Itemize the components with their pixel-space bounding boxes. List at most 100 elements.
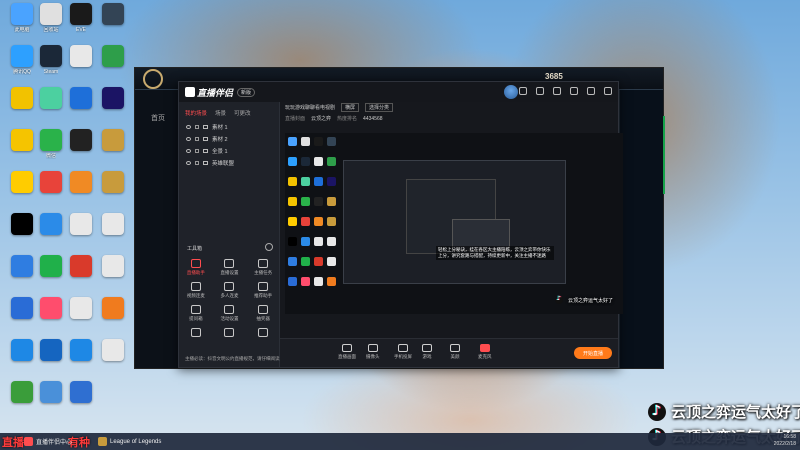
toolbox-item[interactable]: 主播任务 bbox=[246, 259, 280, 276]
desktop-icon[interactable] bbox=[34, 381, 68, 405]
desktop-icon[interactable] bbox=[64, 129, 98, 153]
desktop-icon-label: 回收站 bbox=[43, 27, 59, 33]
main-panel: 玩玩游戏聊聊看电视剧 横屏 选择分类 直播封面 云顶之弈 热度排名 443456… bbox=[280, 102, 623, 367]
desktop-icon[interactable] bbox=[96, 129, 130, 153]
lock-icon[interactable] bbox=[195, 161, 199, 165]
desktop-icon[interactable] bbox=[34, 297, 68, 321]
desktop-icon[interactable] bbox=[34, 255, 68, 279]
toolbar-item[interactable]: 直播画面 bbox=[338, 344, 356, 360]
tiktok-icon bbox=[555, 295, 563, 304]
stream-preview[interactable]: 轻松上分秘诀，挂在各区大主播陪练，云顶之弈带你快乐上分，讲究套路与搭配，持续更新… bbox=[285, 133, 623, 314]
taskbar-app-button[interactable]: League of Legends bbox=[94, 435, 165, 448]
toolbox-grid: 直播助手 直播设置 主播任务视频连麦 多人连麦 推荐助手提问箱 活动设置 抽奖器 bbox=[179, 259, 280, 339]
toolbox-item[interactable] bbox=[179, 328, 213, 339]
menu-icon[interactable] bbox=[553, 87, 561, 95]
scene-item[interactable]: 素材 1 bbox=[179, 121, 279, 133]
avatar[interactable] bbox=[504, 85, 518, 99]
clock-time: 16:58 bbox=[783, 434, 796, 440]
toolbox-item[interactable]: 提问箱 bbox=[179, 305, 213, 322]
toolbar-item[interactable]: 麦克风 bbox=[478, 344, 492, 360]
scene-item[interactable]: 英雄联盟 bbox=[179, 157, 279, 169]
desktop-icon[interactable] bbox=[34, 171, 68, 195]
desktop-icon[interactable] bbox=[96, 45, 130, 69]
sidebar-notice[interactable]: 主播必读：抖音文明公约直播规范，请仔细阅读 bbox=[185, 356, 280, 362]
lock-icon[interactable] bbox=[195, 149, 199, 153]
desktop-icon[interactable]: EVE bbox=[64, 3, 98, 33]
desktop-icon[interactable] bbox=[34, 339, 68, 363]
stream-title[interactable]: 玩玩游戏聊聊看电视剧 bbox=[285, 104, 335, 111]
desktop-icon[interactable] bbox=[64, 213, 98, 237]
desktop-icon[interactable] bbox=[96, 255, 130, 279]
toolbox-item[interactable]: 视频连麦 bbox=[179, 282, 213, 299]
version-badge[interactable]: 新版 bbox=[237, 87, 256, 97]
preview-desktop-icon bbox=[301, 157, 310, 166]
eye-icon[interactable] bbox=[186, 161, 191, 165]
category-chip[interactable]: 选择分类 bbox=[365, 103, 394, 112]
preview-desktop-icon bbox=[301, 277, 310, 286]
toolbox-settings-icon[interactable] bbox=[265, 243, 273, 251]
toolbox-item[interactable]: 抽奖器 bbox=[246, 305, 280, 322]
league-home-tab[interactable]: 首页 bbox=[151, 113, 165, 123]
desktop-icon[interactable] bbox=[64, 381, 98, 405]
system-clock[interactable]: 16:58 2022/2/18 bbox=[774, 434, 796, 448]
scene-item[interactable]: 素材 2 bbox=[179, 133, 279, 145]
desktop-icon[interactable]: 微信 bbox=[34, 129, 68, 159]
desktop-app-icon bbox=[40, 129, 62, 151]
go-live-button[interactable]: 开始直播 bbox=[574, 347, 612, 359]
toolbar-item-label: 游戏 bbox=[422, 354, 432, 359]
eye-icon[interactable] bbox=[186, 149, 191, 153]
desktop-icon[interactable] bbox=[64, 339, 98, 363]
maximize-icon[interactable] bbox=[587, 87, 595, 95]
desktop-icon-label: EVE bbox=[75, 27, 86, 33]
toolbox-item[interactable]: 推荐助手 bbox=[246, 282, 280, 299]
preview-desktop-icon bbox=[327, 237, 336, 246]
scene-item[interactable]: 全景 1 bbox=[179, 145, 279, 157]
desktop-icon[interactable] bbox=[64, 45, 98, 69]
scene-tabs: 我的场景 场景 可更改 bbox=[179, 102, 279, 121]
toolbox-item[interactable] bbox=[246, 328, 280, 339]
desktop-icon[interactable] bbox=[96, 3, 130, 27]
desktop-icon[interactable] bbox=[34, 213, 68, 237]
orientation-chip[interactable]: 横屏 bbox=[341, 103, 360, 112]
desktop-icon[interactable]: Steam bbox=[34, 45, 68, 75]
toolbar-item[interactable]: 摄像头 bbox=[366, 344, 380, 360]
toolbox-item[interactable]: 直播设置 bbox=[213, 259, 247, 276]
taskbar-app-button[interactable]: 直播伴侣中心 bbox=[20, 435, 76, 448]
tab-my-scenes[interactable]: 我的场景 bbox=[185, 109, 207, 117]
settings-icon[interactable] bbox=[536, 87, 544, 95]
desktop-icon[interactable]: 回收站 bbox=[34, 3, 68, 33]
tool-icon bbox=[190, 259, 201, 268]
desktop-icon[interactable] bbox=[96, 87, 130, 111]
desktop-app-icon bbox=[40, 45, 62, 67]
desktop-icon[interactable] bbox=[64, 297, 98, 321]
toolbar-item[interactable]: 美颜 bbox=[450, 344, 460, 360]
minimize-icon[interactable] bbox=[570, 87, 578, 95]
close-icon[interactable] bbox=[604, 87, 612, 95]
toolbox-item[interactable]: 多人连麦 bbox=[213, 282, 247, 299]
desktop-icon[interactable] bbox=[64, 87, 98, 111]
toolbox-title: 工具箱 bbox=[187, 246, 203, 252]
desktop-icon[interactable] bbox=[64, 171, 98, 195]
toolbar-item[interactable]: 游戏 bbox=[422, 344, 432, 360]
game-name[interactable]: 云顶之弈 bbox=[311, 115, 331, 122]
lock-icon[interactable] bbox=[195, 137, 199, 141]
message-icon[interactable] bbox=[519, 87, 527, 95]
streaming-app-window[interactable]: 直播伴侣 新版 我的场景 场景 可更改 素材 1 素材 2 全景 1 英雄联盟 工具箱… bbox=[178, 81, 623, 368]
toolbox-item[interactable]: 活动设置 bbox=[213, 305, 247, 322]
desktop-icon[interactable] bbox=[96, 171, 130, 195]
desktop-icon[interactable] bbox=[96, 339, 130, 363]
toolbox-item[interactable]: 直播助手 bbox=[179, 259, 213, 276]
desktop-icon[interactable] bbox=[96, 297, 130, 321]
desktop-icon[interactable] bbox=[34, 87, 68, 111]
eye-icon[interactable] bbox=[186, 125, 191, 129]
desktop-icon[interactable] bbox=[64, 255, 98, 279]
preview-desktop-icon bbox=[327, 137, 336, 146]
eye-icon[interactable] bbox=[186, 137, 191, 141]
tab-scenes[interactable]: 场景 bbox=[215, 109, 226, 117]
toolbox-item[interactable] bbox=[213, 328, 247, 339]
lock-icon[interactable] bbox=[195, 125, 199, 129]
desktop-icon[interactable] bbox=[96, 213, 130, 237]
toolbar-item-icon bbox=[479, 344, 490, 352]
toolbar-item[interactable]: 手机投屏 bbox=[394, 344, 412, 360]
tab-editable[interactable]: 可更改 bbox=[234, 109, 251, 117]
